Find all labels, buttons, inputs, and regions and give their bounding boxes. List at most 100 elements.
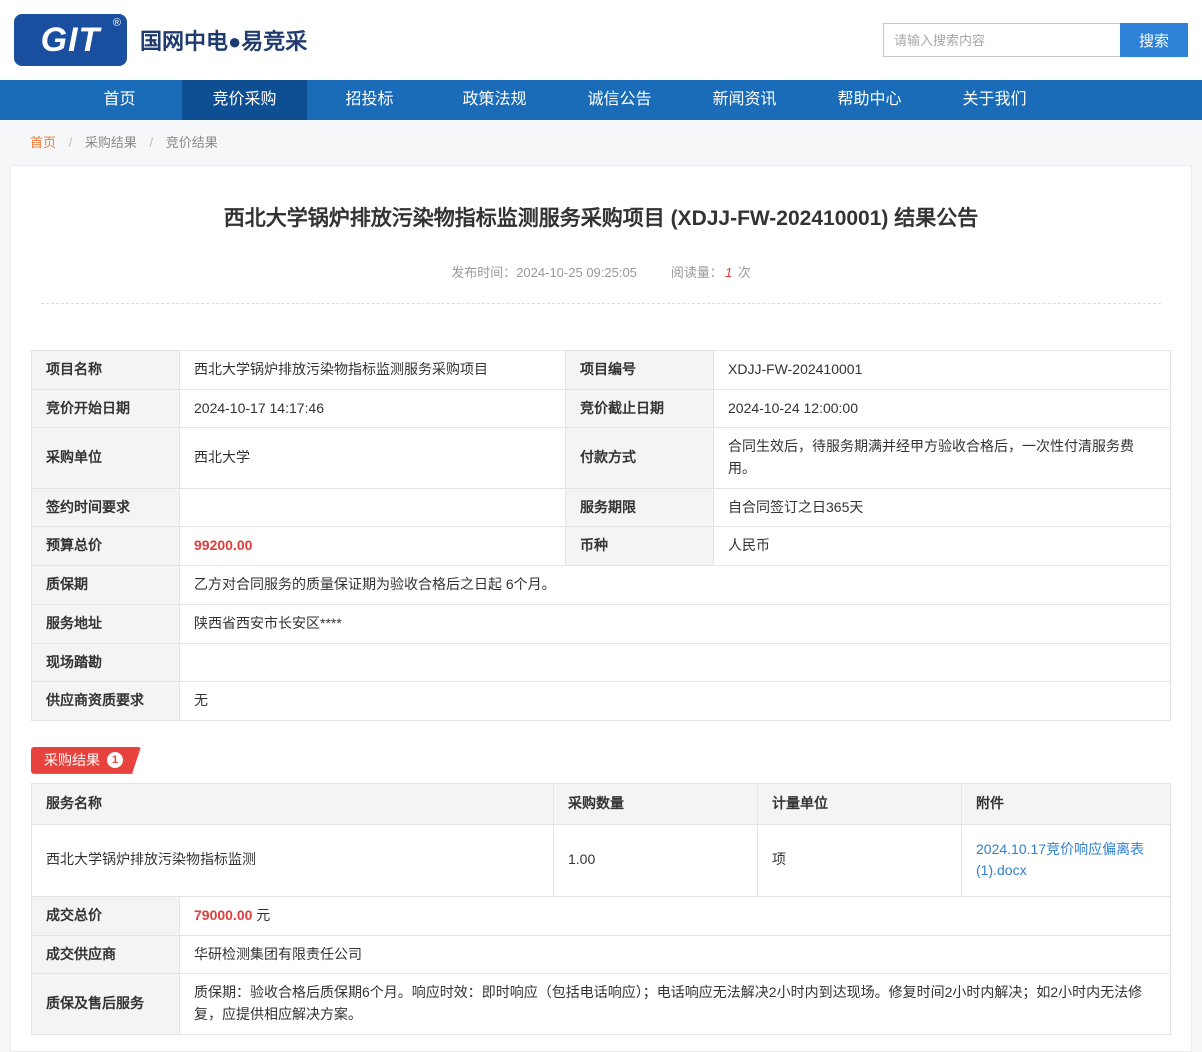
result-badge-label: 采购结果	[44, 752, 100, 769]
deal-price-unit: 元	[256, 906, 271, 923]
read-count-label: 阅读量：	[670, 265, 723, 280]
registered-mark-icon: ®	[112, 17, 121, 29]
field-value: 合同生效后，待服务期满并经甲方验收合格后，一次性付清服务费用。	[713, 427, 1171, 489]
deal-price-value: 79000.00	[194, 906, 253, 923]
unit-cell: 项	[757, 823, 962, 897]
budget-price-value: 99200.00	[194, 537, 253, 554]
field-value: 西北大学	[179, 427, 566, 489]
column-header: 采购数量	[553, 782, 758, 825]
nav-item-help-center[interactable]: 帮助中心	[807, 80, 932, 120]
table-row: 质保期 乙方对合同服务的质量保证期为验收合格后之日起 6个月。	[31, 565, 1171, 605]
nav-item-about-us[interactable]: 关于我们	[932, 80, 1057, 120]
quantity-cell: 1.00	[553, 823, 758, 897]
read-count-value: 1	[724, 265, 733, 280]
breadcrumb-purchase-results-link[interactable]: 采购结果	[85, 135, 137, 150]
nav-items: 首页 竞价采购 招投标 政策法规 诚信公告 新闻资讯 帮助中心 关于我们	[0, 80, 1202, 120]
field-value: 质保期：验收合格后质保期6个月。响应时效：即时响应（包括电话响应）；电话响应无法…	[179, 973, 1171, 1035]
field-value	[179, 642, 1171, 683]
field-label: 服务期限	[565, 487, 714, 528]
logo-text: GIT	[40, 20, 101, 59]
nav-item-policies[interactable]: 政策法规	[432, 80, 557, 120]
nav-item-tendering[interactable]: 招投标	[307, 80, 432, 120]
field-label: 项目编号	[565, 350, 714, 390]
column-header: 服务名称	[31, 782, 554, 825]
field-label: 预算总价	[31, 526, 180, 567]
field-value	[179, 487, 566, 528]
result-count-badge: 1	[107, 752, 123, 768]
field-label: 币种	[565, 526, 714, 567]
breadcrumb: 首页 / 采购结果 / 竞价结果	[0, 120, 1202, 161]
column-header: 计量单位	[757, 782, 962, 825]
result-row: 西北大学锅炉排放污染物指标监测 1.00 项 2024.10.17竞价响应偏离表…	[31, 823, 1171, 897]
field-label: 现场踏勘	[31, 642, 180, 683]
field-value: 99200.00	[179, 526, 566, 567]
breadcrumb-home-link[interactable]: 首页	[30, 135, 56, 150]
field-label: 竞价截止日期	[565, 388, 714, 429]
article-meta: 发布时间：2024-10-25 09:25:05 阅读量： 1 次	[31, 262, 1171, 281]
page-title: 西北大学锅炉排放污染物指标监测服务采购项目 (XDJJ-FW-202410001…	[223, 207, 979, 230]
field-value: 陕西省西安市长安区****	[179, 603, 1171, 644]
field-value: 华研检测集团有限责任公司	[179, 934, 1171, 975]
field-value: 西北大学锅炉排放污染物指标监测服务采购项目	[179, 350, 566, 390]
breadcrumb-current: 竞价结果	[165, 135, 218, 150]
table-row: 签约时间要求 服务期限 自合同签订之日365天	[31, 487, 1171, 528]
nav-item-integrity-notice[interactable]: 诚信公告	[557, 80, 682, 120]
result-table-header-row: 服务名称 采购数量 计量单位 附件	[31, 782, 1171, 825]
table-row: 成交供应商 华研检测集团有限责任公司	[31, 934, 1171, 975]
table-row: 项目名称 西北大学锅炉排放污染物指标监测服务采购项目 项目编号 XDJJ-FW-…	[31, 350, 1171, 390]
table-row: 竞价开始日期 2024-10-17 14:17:46 竞价截止日期 2024-1…	[31, 388, 1171, 429]
table-row: 现场踏勘	[31, 642, 1171, 683]
read-count-unit: 次	[737, 265, 751, 280]
main-nav: 首页 竞价采购 招投标 政策法规 诚信公告 新闻资讯 帮助中心 关于我们	[0, 80, 1202, 120]
field-label: 成交总价	[31, 895, 180, 936]
brand: GIT ® 国网中电●易竞采	[14, 14, 307, 66]
publish-time-label: 发布时间：	[451, 265, 517, 280]
field-label: 竞价开始日期	[31, 388, 180, 429]
search-button[interactable]: 搜索	[1120, 23, 1188, 57]
site-name: 国网中电●易竞采	[140, 29, 308, 54]
nav-item-bidding-purchase[interactable]: 竞价采购	[182, 80, 307, 120]
project-info-table: 项目名称 西北大学锅炉排放污染物指标监测服务采购项目 项目编号 XDJJ-FW-…	[31, 350, 1171, 721]
table-row: 预算总价 99200.00 币种 人民币	[31, 526, 1171, 567]
service-name-cell: 西北大学锅炉排放污染物指标监测	[31, 823, 554, 897]
field-label: 质保期	[31, 565, 180, 605]
site-logo[interactable]: GIT ®	[14, 14, 127, 66]
field-label: 服务地址	[31, 603, 180, 644]
table-row: 成交总价 79000.00 元	[31, 895, 1171, 936]
table-row: 质保及售后服务 质保期：验收合格后质保期6个月。响应时效：即时响应（包括电话响应…	[31, 973, 1171, 1035]
site-header: GIT ® 国网中电●易竞采 搜索	[0, 0, 1202, 80]
field-label: 质保及售后服务	[31, 973, 180, 1035]
table-row: 服务地址 陕西省西安市长安区****	[31, 603, 1171, 644]
field-label: 成交供应商	[31, 934, 180, 975]
field-value: 79000.00 元	[179, 895, 1171, 936]
publish-time-value: 2024-10-25 09:25:05	[516, 265, 637, 280]
nav-item-home[interactable]: 首页	[57, 80, 182, 120]
dashed-divider	[41, 303, 1161, 304]
breadcrumb-separator: /	[149, 135, 154, 150]
search-input[interactable]	[883, 23, 1120, 57]
field-value: 乙方对合同服务的质量保证期为验收合格后之日起 6个月。	[179, 565, 1171, 605]
breadcrumb-separator: /	[68, 135, 73, 150]
field-value: 无	[179, 681, 1171, 721]
field-label: 采购单位	[31, 427, 180, 489]
field-value: XDJJ-FW-202410001	[713, 350, 1171, 390]
result-footer-table: 成交总价 79000.00 元 成交供应商 华研检测集团有限责任公司 质保及售后…	[31, 895, 1171, 1035]
column-header: 附件	[961, 782, 1171, 825]
announcement-card: 西北大学锅炉排放污染物指标监测服务采购项目 (XDJJ-FW-202410001…	[10, 165, 1192, 1052]
result-badge: 采购结果 1	[31, 747, 141, 774]
field-value: 2024-10-17 14:17:46	[179, 388, 566, 429]
result-table: 服务名称 采购数量 计量单位 附件 西北大学锅炉排放污染物指标监测 1.00 项…	[31, 782, 1171, 897]
field-label: 付款方式	[565, 427, 714, 489]
nav-item-news[interactable]: 新闻资讯	[682, 80, 807, 120]
field-value: 自合同签订之日365天	[713, 487, 1171, 528]
field-value: 2024-10-24 12:00:00	[713, 388, 1171, 429]
search-box: 搜索	[883, 23, 1188, 57]
table-row: 供应商资质要求 无	[31, 681, 1171, 721]
attachment-link[interactable]: 2024.10.17竞价响应偏离表(1).docx	[976, 841, 1144, 879]
field-label: 供应商资质要求	[31, 681, 180, 721]
table-row: 采购单位 西北大学 付款方式 合同生效后，待服务期满并经甲方验收合格后，一次性付…	[31, 427, 1171, 489]
field-value: 人民币	[713, 526, 1171, 567]
attachment-cell: 2024.10.17竞价响应偏离表(1).docx	[961, 823, 1171, 897]
field-label: 项目名称	[31, 350, 180, 390]
field-label: 签约时间要求	[31, 487, 180, 528]
